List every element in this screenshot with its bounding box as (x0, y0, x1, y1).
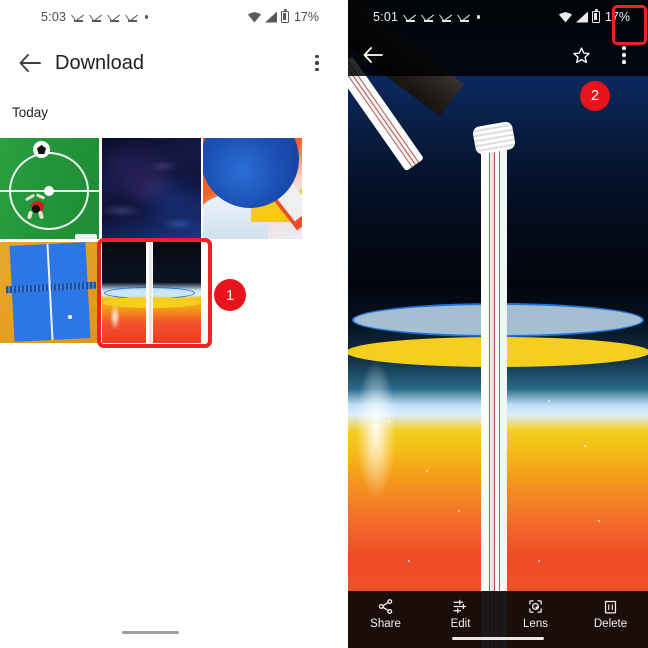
soccer-player (24, 193, 49, 220)
straw-stripe (489, 133, 491, 648)
battery-percent: 17% (604, 10, 630, 24)
back-arrow-icon[interactable] (10, 43, 50, 83)
download-complete-icon (91, 11, 102, 23)
download-complete-icon (127, 11, 138, 23)
google-lens-icon (527, 597, 544, 615)
status-bar-right-cluster: 17% (247, 0, 319, 34)
status-time: 5:03 (41, 10, 67, 24)
star-outline-icon[interactable] (566, 40, 596, 70)
photo-speck (408, 560, 410, 562)
thumbnail-row (0, 241, 348, 343)
photo-speck (458, 510, 460, 512)
page-title: Download (55, 51, 144, 74)
wifi-icon (247, 12, 261, 23)
straw-stripe (499, 133, 501, 648)
photo-speck (584, 445, 586, 447)
lens-label: Lens (523, 618, 548, 630)
abstract-sphere-thumbnail[interactable] (203, 138, 302, 239)
back-arrow-icon[interactable] (358, 40, 388, 70)
edit-label: Edit (450, 618, 471, 630)
downloads-screen: 5:03 17% Download Today 1 (0, 0, 348, 648)
photo-viewer-app-bar (348, 34, 648, 76)
straw-stripe (494, 133, 496, 648)
status-time: 5:01 (373, 10, 399, 24)
screenshot-root: 5:03 17% Download Today 1 5:01 17% 2 Sha… (0, 0, 648, 648)
orange-drink-thumbnail[interactable] (101, 241, 201, 343)
annotation-badge-2: 2 (580, 81, 610, 111)
lens-button[interactable]: Lens (506, 597, 566, 630)
status-bar-left-cluster: 5:03 (41, 0, 149, 34)
drinking-straw (145, 241, 153, 343)
status-bar-right-cluster: 17% (558, 0, 630, 34)
battery-icon (591, 9, 600, 23)
glass-highlight (109, 303, 120, 330)
battery-percent: 17% (293, 10, 319, 24)
battery-icon (280, 9, 289, 23)
photo-speck (598, 520, 600, 522)
cellular-signal-icon (575, 11, 588, 23)
photo-speck (538, 560, 540, 562)
status-bar-right: 5:01 17% (348, 0, 648, 34)
soccer-field-thumbnail[interactable] (0, 138, 99, 239)
photo-speck (388, 420, 390, 422)
download-complete-icon (109, 11, 120, 23)
photo-speck (426, 470, 428, 472)
delete-label: Delete (593, 618, 628, 630)
ping-pong-ball (68, 314, 72, 319)
download-complete-icon (459, 11, 470, 23)
share-icon (377, 597, 394, 615)
edit-button[interactable]: Edit (431, 597, 491, 630)
ping-pong-table-thumbnail[interactable] (0, 241, 99, 343)
dark-marble-thumbnail[interactable] (101, 138, 201, 239)
thumbnail-row (0, 138, 348, 239)
download-complete-icon (441, 11, 452, 23)
status-bar-left-cluster: 5:01 (373, 0, 481, 34)
home-indicator[interactable] (122, 631, 179, 634)
status-bar-left: 5:03 17% (0, 0, 348, 34)
pitch-corner-mark (75, 234, 97, 239)
downloads-app-bar: Download (0, 34, 348, 92)
home-indicator[interactable] (452, 637, 544, 640)
more-notifications-dot-icon (145, 15, 149, 19)
edit-sliders-icon (452, 597, 469, 615)
share-button[interactable]: Share (356, 597, 416, 630)
glass-highlight (356, 360, 396, 500)
downloads-thumbnail-grid (0, 138, 348, 345)
annotation-badge-1: 1 (214, 279, 246, 311)
wifi-icon (558, 12, 572, 23)
trash-delete-icon (602, 597, 619, 615)
overflow-menu-icon[interactable] (611, 39, 637, 71)
share-label: Share (370, 618, 401, 630)
download-complete-icon (73, 11, 84, 23)
more-notifications-dot-icon (477, 15, 481, 19)
photo-viewer-screen: 5:01 17% 2 Share Edit Lens Delete (348, 0, 648, 648)
download-complete-icon (423, 11, 434, 23)
overflow-menu-icon[interactable] (300, 44, 334, 82)
photo-speck (548, 400, 550, 402)
soccer-ball-icon (33, 141, 50, 158)
straw-bend-ribs (471, 120, 517, 156)
cellular-signal-icon (264, 11, 277, 23)
section-header-today: Today (12, 105, 49, 120)
delete-button[interactable]: Delete (581, 597, 641, 630)
download-complete-icon (405, 11, 416, 23)
